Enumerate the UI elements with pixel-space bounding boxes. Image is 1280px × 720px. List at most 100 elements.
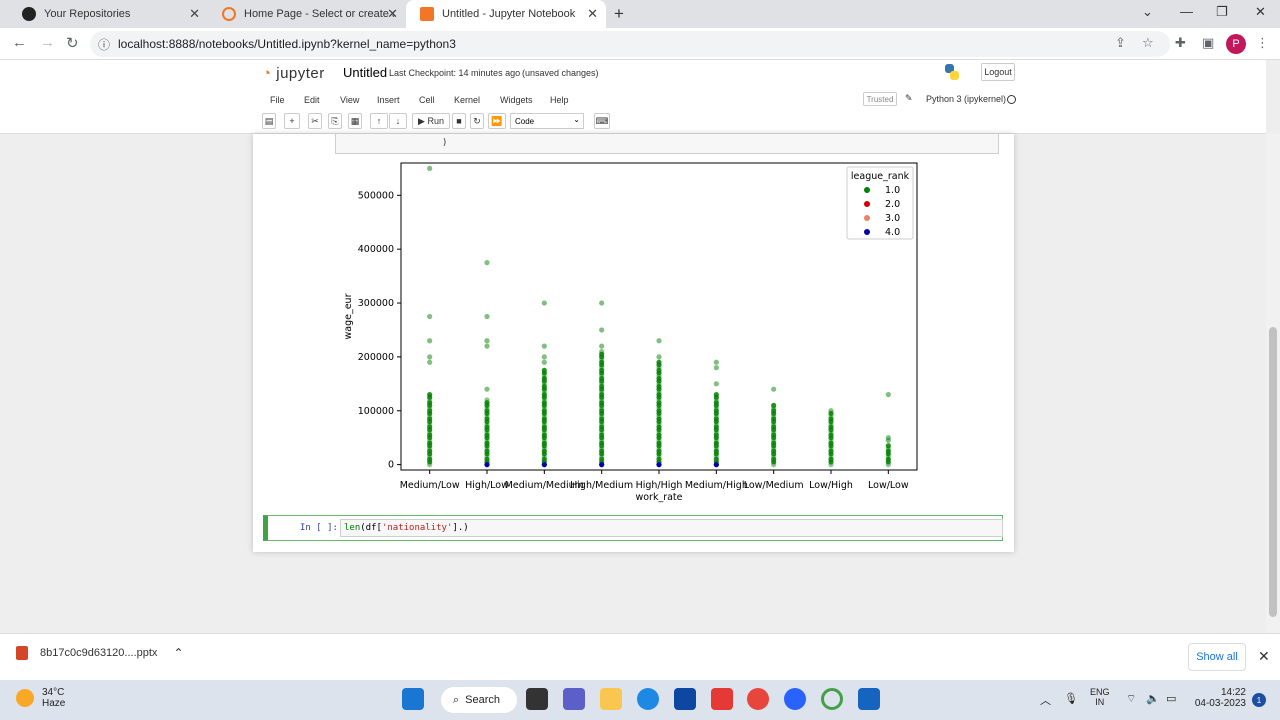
more-menu-icon[interactable]: ⋮ <box>1256 35 1269 51</box>
close-icon[interactable]: ✕ <box>189 6 200 22</box>
language-indicator[interactable]: ENG IN <box>1090 687 1110 707</box>
kernel-status-icon <box>1007 95 1016 104</box>
save-button[interactable]: ▤ <box>262 113 276 129</box>
edge-icon[interactable] <box>637 688 659 710</box>
edit-pencil-icon[interactable]: ✎ <box>905 93 913 104</box>
previous-cell-input[interactable]: ) <box>335 134 999 154</box>
reload-icon[interactable]: ↻ <box>66 34 79 52</box>
plus-icon: + <box>289 116 295 126</box>
menu-cell[interactable]: Cell <box>419 95 435 105</box>
data-point <box>484 462 490 468</box>
notification-badge[interactable]: 1 <box>1252 693 1266 707</box>
data-point <box>599 348 605 355</box>
extensions-icon[interactable]: ✚ <box>1175 35 1186 51</box>
tab-repositories[interactable]: Your Repositories ✕ <box>8 0 208 28</box>
code-input[interactable]: len (df['nationality'].) <box>340 519 1003 537</box>
tab-home-page[interactable]: Home Page - Select or create a n ✕ <box>208 0 406 28</box>
menu-kernel[interactable]: Kernel <box>454 95 480 105</box>
defender-icon[interactable] <box>858 688 880 710</box>
data-point <box>771 386 777 392</box>
code-cell[interactable]: In [ ]: len (df['nationality'].) <box>263 515 1003 541</box>
y-tick-label: 500000 <box>358 190 394 201</box>
chevron-up-icon[interactable]: ⌃ <box>173 646 183 660</box>
battery-icon[interactable]: ▭ <box>1166 692 1176 705</box>
close-icon[interactable]: ✕ <box>1258 648 1270 665</box>
chrome-icon[interactable] <box>747 688 769 710</box>
pptx-file-icon <box>16 646 28 660</box>
task-view-icon[interactable] <box>526 688 548 710</box>
share-icon[interactable]: ⇪ <box>1115 35 1126 51</box>
menu-help[interactable]: Help <box>550 95 569 105</box>
restart-run-all-button[interactable]: ⏩ <box>488 113 506 129</box>
copy-button[interactable]: ⎘ <box>328 113 342 129</box>
move-up-button[interactable]: ↑ <box>370 113 388 129</box>
interrupt-button[interactable]: ■ <box>452 113 466 129</box>
weather-widget[interactable]: 34°C Haze <box>16 687 65 709</box>
x-tick-label: Medium/Low <box>400 480 460 491</box>
run-button[interactable]: ▶ Run <box>412 113 450 129</box>
logout-button[interactable]: Logout <box>981 63 1015 81</box>
teams-icon[interactable] <box>563 688 585 710</box>
page-scrollbar[interactable] <box>1266 134 1280 633</box>
y-axis-label: wage_eur <box>343 293 354 339</box>
url-input[interactable]: ⓘ localhost:8888/notebooks/Untitled.ipyn… <box>90 31 1170 57</box>
command-palette-button[interactable]: ⌨ <box>594 113 610 129</box>
jupyter-logo[interactable]: ◔ jupyter <box>262 65 325 82</box>
data-point <box>885 391 891 398</box>
legend-marker <box>864 201 870 207</box>
cell-type-select[interactable]: Code ⌄ <box>510 113 584 129</box>
data-point <box>599 300 605 306</box>
microphone-icon[interactable]: 🎙 <box>1064 692 1078 705</box>
menu-insert[interactable]: Insert <box>377 95 400 105</box>
bookmark-star-icon[interactable]: ☆ <box>1142 35 1154 51</box>
data-point <box>541 354 547 360</box>
wps-office-icon[interactable] <box>711 688 733 710</box>
menu-widgets[interactable]: Widgets <box>500 95 533 105</box>
window-close-icon[interactable]: ✕ <box>1255 4 1266 20</box>
close-icon[interactable]: ✕ <box>587 6 598 22</box>
menu-view[interactable]: View <box>340 95 359 105</box>
y-tick-label: 0 <box>388 460 394 471</box>
data-point <box>713 391 719 398</box>
menu-file[interactable]: File <box>270 95 285 105</box>
tab-untitled-notebook[interactable]: Untitled - Jupyter Notebook ✕ <box>406 0 606 28</box>
sync-icon[interactable] <box>821 688 843 710</box>
jupyter-icon <box>222 7 236 21</box>
restore-icon[interactable]: ❐ <box>1216 4 1228 20</box>
x-tick-label: High/High <box>636 480 683 491</box>
tab-search-icon[interactable]: ⌄ <box>1142 4 1153 20</box>
download-item[interactable]: 8b17c0c9d63120....pptx ⌃ <box>16 646 184 660</box>
file-explorer-icon[interactable] <box>600 688 622 710</box>
sidebar-icon[interactable]: ▣ <box>1202 35 1214 51</box>
wifi-icon[interactable]: ⌔ <box>1126 692 1136 706</box>
forward-icon[interactable]: → <box>40 34 55 51</box>
zoom-icon[interactable] <box>784 688 806 710</box>
minimize-icon[interactable]: — <box>1180 4 1193 19</box>
tab-title: Untitled - Jupyter Notebook <box>442 8 576 20</box>
notebook-title[interactable]: Untitled <box>343 65 387 80</box>
menu-edit[interactable]: Edit <box>304 95 320 105</box>
volume-icon[interactable]: 🔈 <box>1146 692 1160 705</box>
close-icon[interactable]: ✕ <box>387 6 398 22</box>
copy-icon: ⎘ <box>331 115 339 126</box>
data-point <box>885 437 891 443</box>
system-clock[interactable]: 14:22 04-03-2023 <box>1190 687 1246 709</box>
show-all-button[interactable]: Show all <box>1188 643 1246 671</box>
insert-cell-button[interactable]: + <box>284 113 300 129</box>
search-icon: ⌕ <box>453 693 460 706</box>
cut-button[interactable]: ✂ <box>308 113 322 129</box>
windows-start-icon[interactable] <box>402 688 424 710</box>
trusted-badge[interactable]: Trusted <box>863 92 897 106</box>
taskbar-search[interactable]: ⌕ Search <box>441 687 517 713</box>
restart-button[interactable]: ↻ <box>470 113 484 129</box>
profile-avatar[interactable]: P <box>1226 34 1246 54</box>
store-icon[interactable] <box>674 688 696 710</box>
scrollbar-thumb[interactable] <box>1269 327 1277 617</box>
back-icon[interactable]: ← <box>12 34 27 51</box>
paste-button[interactable]: ▦ <box>348 113 362 129</box>
jupyter-swoosh-icon: ◔ <box>262 65 272 82</box>
move-down-button[interactable]: ↓ <box>389 113 407 129</box>
language-region: IN <box>1095 697 1105 707</box>
tray-chevron-up-icon[interactable]: ︿ <box>1040 692 1051 708</box>
new-tab-icon[interactable]: + <box>614 4 624 24</box>
